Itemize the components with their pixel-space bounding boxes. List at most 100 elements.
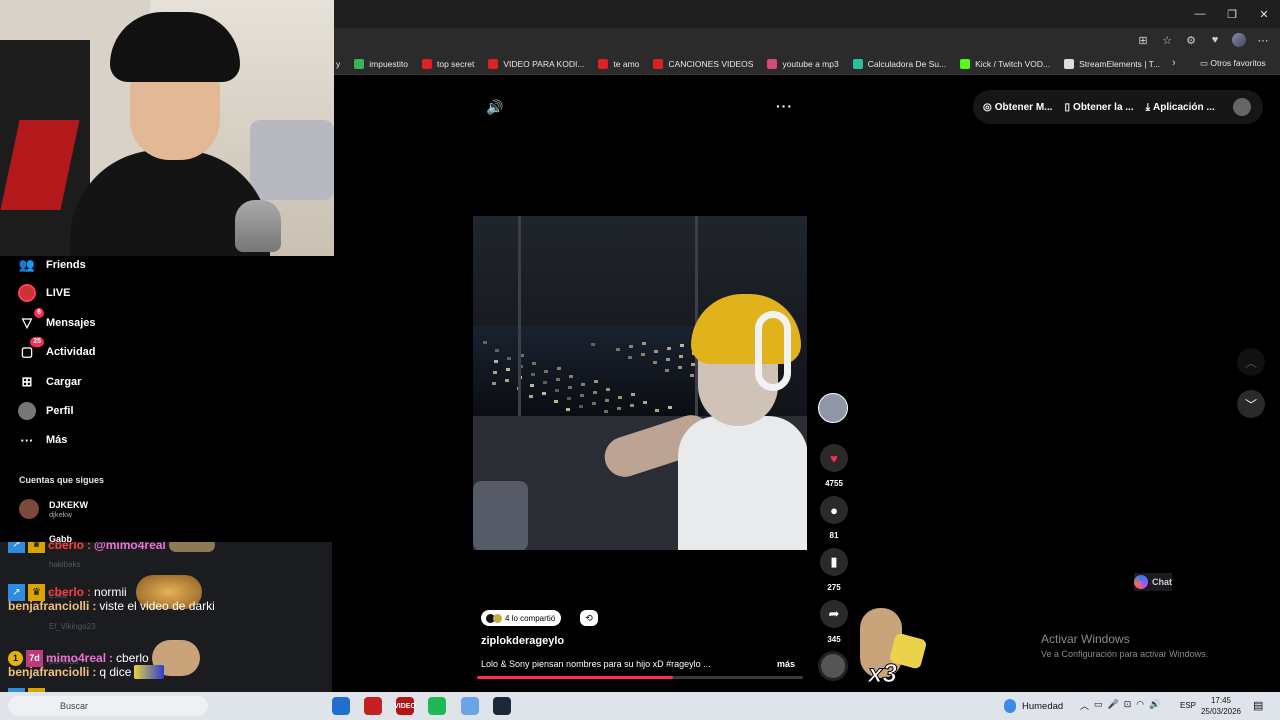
sidebar-item-profile[interactable]: Perfil — [18, 402, 74, 420]
music-disc-icon[interactable] — [818, 651, 848, 681]
sidebar-item-live[interactable]: LIVE — [18, 284, 70, 302]
city-light — [506, 368, 510, 371]
city-light — [566, 408, 570, 411]
chevron-right-icon[interactable]: › — [1172, 57, 1176, 69]
video-author[interactable]: ziplokderageylo — [481, 635, 564, 647]
bookmark-item[interactable]: StreamElements | T... — [1064, 58, 1160, 69]
other-favorites-label: Otros favoritos — [1210, 58, 1266, 68]
taskbar-app-icon[interactable]: VIDEO — [394, 697, 416, 715]
creator-avatar[interactable] — [818, 393, 848, 423]
extensions-icon[interactable]: ⚙ — [1182, 31, 1200, 49]
comment-button[interactable]: ● — [820, 496, 848, 524]
favorites-icon[interactable]: ♥ — [1206, 31, 1224, 49]
get-coins-button[interactable]: ◎ Obtener M... — [983, 102, 1053, 113]
following-title: Cuentas que sigues — [19, 475, 105, 485]
taskbar-app-icon[interactable] — [332, 697, 350, 715]
chevron-up-icon[interactable]: ︿ — [1080, 699, 1089, 712]
profile-avatar[interactable] — [1230, 31, 1248, 49]
minimize-button[interactable]: — — [1184, 0, 1216, 28]
chevron-down-icon: ﹀ — [1244, 397, 1257, 412]
video-progress[interactable] — [477, 676, 803, 679]
language-indicator[interactable]: ESP — [1180, 701, 1196, 710]
network-icon[interactable]: ⊡ — [1124, 699, 1132, 712]
like-count: 4755 — [825, 479, 843, 488]
city-light — [532, 362, 536, 365]
clock-time: 17:45 — [1210, 696, 1232, 705]
sidebar-item-more[interactable]: ··· Más — [18, 431, 68, 449]
taskbar-app-icon[interactable] — [428, 697, 446, 715]
save-button[interactable]: ▮ — [820, 548, 848, 576]
bookmark-item[interactable]: top secret — [422, 58, 474, 69]
chat-separator: : — [109, 651, 114, 665]
taskbar-clock[interactable]: 17:45 25/03/2026 — [1200, 695, 1242, 717]
bookmark-item[interactable]: youtube a mp3 — [767, 58, 839, 69]
bookmark-item[interactable]: CANCIONES VIDEOS — [653, 58, 753, 69]
sidebar-item-messages[interactable]: ▽ 6 Mensajes — [18, 308, 96, 332]
bookmark-item[interactable]: Calculadora De Su... — [852, 58, 946, 69]
more-icon: ··· — [20, 432, 34, 448]
get-app-button[interactable]: ▯ Obtener la ... — [1065, 102, 1134, 113]
wifi-icon[interactable]: ◠ — [1136, 699, 1144, 712]
menu-icon[interactable]: ⋯ — [1254, 31, 1272, 49]
comment-count: 81 — [829, 531, 839, 540]
city-light — [604, 410, 608, 413]
sidebar-item-label: Actividad — [46, 346, 96, 358]
taskbar-app-icon[interactable] — [364, 697, 382, 715]
taskbar-app-icon[interactable] — [461, 697, 479, 715]
bookmark-icon — [598, 58, 609, 69]
bookmark-icon — [354, 58, 365, 69]
bookmark-item[interactable]: te amo — [598, 58, 639, 69]
taskbar-app-icon[interactable] — [493, 697, 511, 715]
top-actions-bar: ◎ Obtener M... ▯ Obtener la ... ⤓ Aplicació… — [973, 90, 1263, 124]
bookmark-icon — [653, 58, 664, 69]
repost-icon[interactable]: ⟲ — [580, 610, 598, 626]
following-item[interactable]: DJKEKW djkekw — [19, 499, 88, 519]
battery-icon[interactable]: ▭ — [1094, 699, 1103, 712]
volume-icon[interactable]: 🔊 — [486, 99, 503, 116]
star-icon[interactable]: ☆ — [1158, 31, 1176, 49]
bookmark-item[interactable]: VIDEO PARA KODI... — [488, 58, 584, 69]
sidebar-item-upload[interactable]: ⊞ Cargar — [18, 373, 82, 391]
city-light — [605, 399, 609, 402]
sidebar-item-label: Friends — [46, 259, 86, 271]
city-light — [667, 347, 671, 350]
sidebar-item-friends[interactable]: 👥 Friends — [18, 256, 86, 274]
shared-by-pill[interactable]: 4 lo compartió — [481, 610, 562, 626]
city-light — [630, 404, 634, 407]
bookmark-item[interactable]: impuestito — [354, 58, 408, 69]
notifications-icon[interactable]: ▤ — [1253, 699, 1263, 712]
bookmark-item[interactable]: Kick / Twitch VOD... — [960, 58, 1050, 69]
close-button[interactable]: ✕ — [1248, 0, 1280, 28]
weather-label: Humedad — [1022, 700, 1064, 712]
upload-icon: ⊞ — [21, 374, 33, 389]
city-light — [678, 366, 682, 369]
chat-text: viste el video de darki — [99, 599, 215, 613]
like-button[interactable]: ♥ — [820, 444, 848, 472]
city-light — [629, 345, 633, 348]
video-player[interactable] — [473, 216, 807, 550]
restore-button[interactable]: ❐ — [1216, 0, 1248, 28]
other-favorites[interactable]: ▭ Otros favoritos — [1200, 58, 1266, 69]
microphone-icon[interactable]: 🎤 — [1108, 699, 1119, 712]
share-button[interactable]: ➦ — [820, 600, 848, 628]
user-avatar[interactable] — [1232, 98, 1251, 116]
download-icon: ⤓ — [1145, 101, 1151, 113]
city-light — [591, 343, 595, 346]
more-options-icon[interactable]: ··· — [776, 98, 793, 114]
bookmark-label: youtube a mp3 — [782, 58, 839, 69]
more-button[interactable]: más — [777, 659, 795, 669]
city-light — [618, 396, 622, 399]
video-cushion — [473, 481, 528, 550]
city-light — [680, 344, 684, 347]
apps-icon[interactable]: ⊞ — [1134, 31, 1152, 49]
desktop-app-button[interactable]: ⤓ Aplicación ... — [1146, 102, 1215, 113]
volume-tray-icon[interactable]: 🔊 — [1149, 699, 1160, 712]
next-video-button[interactable]: ﹀ — [1237, 390, 1265, 418]
sidebar-item-activity[interactable]: ▢ 25 Actividad — [18, 337, 96, 361]
video-shirt — [678, 416, 807, 550]
weather-widget[interactable]: Humedad — [1004, 699, 1063, 713]
copilot-chat-button[interactable]: Chat — [1134, 573, 1172, 591]
city-light — [530, 384, 534, 387]
taskbar-search[interactable]: Buscar — [8, 696, 208, 716]
previous-video-button[interactable]: ︿ — [1237, 348, 1265, 376]
